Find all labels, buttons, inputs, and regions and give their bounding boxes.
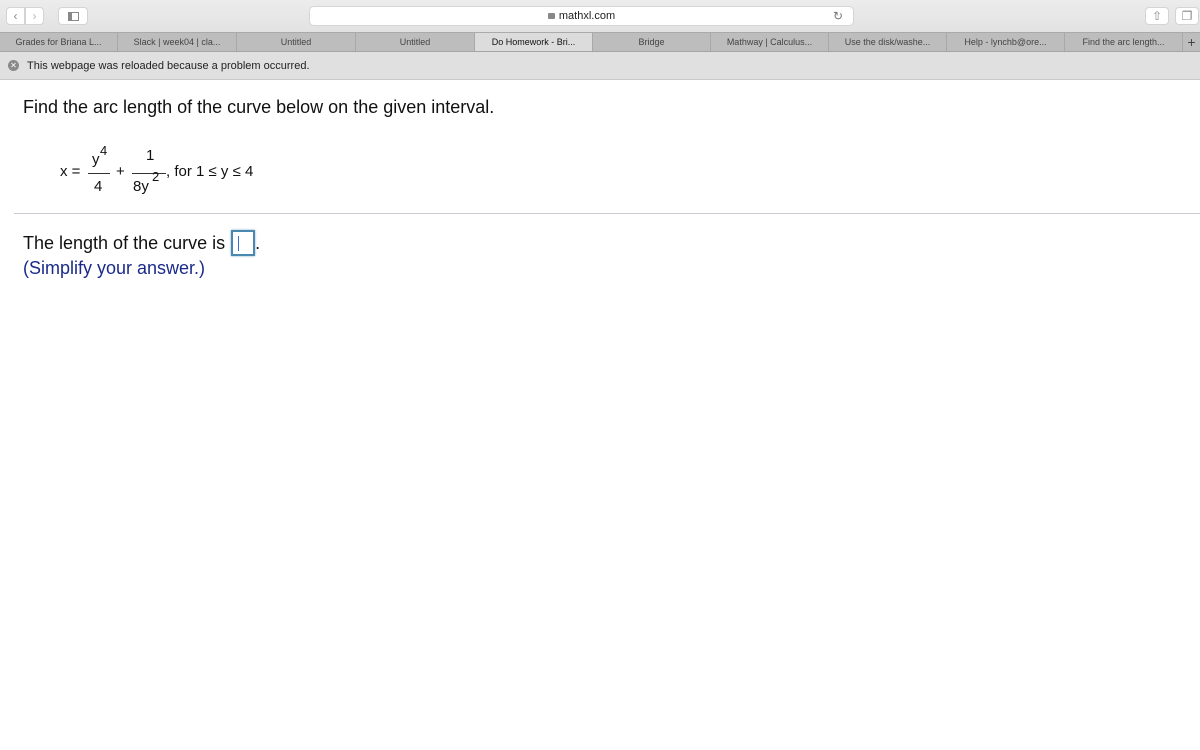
eq-num2: 1: [146, 147, 155, 164]
simplify-hint: (Simplify your answer.): [23, 258, 206, 278]
eq-interval: , for 1 ≤ y ≤ 4: [166, 163, 254, 180]
tab-label: Bridge: [638, 37, 665, 47]
tab-untitled-2[interactable]: Untitled: [356, 33, 475, 51]
problem-prompt: Find the arc length of the curve below o…: [23, 97, 495, 117]
eq-plus: +: [116, 163, 125, 180]
tabs-overview-button[interactable]: ❐: [1175, 7, 1199, 25]
tab-untitled-1[interactable]: Untitled: [237, 33, 356, 51]
fraction-bar: [88, 173, 110, 174]
tab-label: Use the disk/washe...: [844, 37, 931, 47]
tab-label: Help - lynchb@ore...: [964, 37, 1047, 47]
tab-label: Untitled: [280, 37, 312, 47]
url-text: mathxl.com: [558, 10, 616, 22]
address-bar[interactable]: mathxl.com ↻: [309, 6, 854, 26]
reload-icon[interactable]: ↻: [833, 9, 843, 23]
close-notice-icon[interactable]: ✕: [8, 60, 19, 71]
tab-label: Slack | week04 | cla...: [133, 37, 221, 47]
reload-notice-bar: ✕ This webpage was reloaded because a pr…: [0, 52, 1200, 80]
tab-find-arc-length[interactable]: Find the arc length...: [1065, 33, 1183, 51]
tab-grades[interactable]: Grades for Briana L...: [0, 33, 118, 51]
equation: x = y 4 4 + 1 8y 2 , for 1 ≤ y ≤ 4: [60, 143, 320, 206]
forward-button[interactable]: ›: [25, 7, 44, 25]
eq-exp2: 2: [152, 169, 160, 184]
divider: [14, 213, 1200, 214]
answer-row: The length of the curve is .: [23, 230, 260, 256]
lock-icon: [547, 13, 555, 19]
back-button[interactable]: ‹: [6, 7, 25, 25]
tab-label: Find the arc length...: [1082, 37, 1165, 47]
answer-period: .: [255, 232, 261, 253]
answer-input[interactable]: [231, 230, 256, 256]
sidebar-icon: [67, 11, 79, 21]
tab-disk-washer[interactable]: Use the disk/washe...: [829, 33, 947, 51]
tab-label: Mathway | Calculus...: [726, 37, 813, 47]
answer-label: The length of the curve is: [23, 232, 226, 253]
eq-den1: 4: [94, 178, 103, 195]
eq-num1: y: [92, 151, 100, 168]
tab-help[interactable]: Help - lynchb@ore...: [947, 33, 1065, 51]
tab-label: Grades for Briana L...: [15, 37, 102, 47]
sidebar-toggle-button[interactable]: [58, 7, 88, 25]
tabs-icon: ❐: [1181, 9, 1193, 23]
browser-toolbar: ‹ › mathxl.com ↻ ⇧ ❐: [0, 0, 1200, 32]
fraction-bar: [132, 173, 166, 174]
new-tab-button[interactable]: +: [1183, 33, 1200, 51]
tab-mathway[interactable]: Mathway | Calculus...: [711, 33, 829, 51]
tab-bridge[interactable]: Bridge: [593, 33, 711, 51]
tab-label: Untitled: [399, 37, 431, 47]
tab-bar: Grades for Briana L... Slack | week04 | …: [0, 32, 1200, 52]
notice-text: This webpage was reloaded because a prob…: [27, 59, 310, 72]
tab-label: Do Homework - Bri...: [491, 37, 576, 47]
tab-do-homework[interactable]: Do Homework - Bri...: [475, 33, 593, 51]
eq-den2: 8y: [133, 178, 149, 195]
share-icon: ⇧: [1151, 9, 1163, 23]
eq-exp1: 4: [100, 143, 108, 158]
tab-slack[interactable]: Slack | week04 | cla...: [118, 33, 237, 51]
eq-lhs: x =: [60, 163, 81, 180]
share-button[interactable]: ⇧: [1145, 7, 1169, 25]
